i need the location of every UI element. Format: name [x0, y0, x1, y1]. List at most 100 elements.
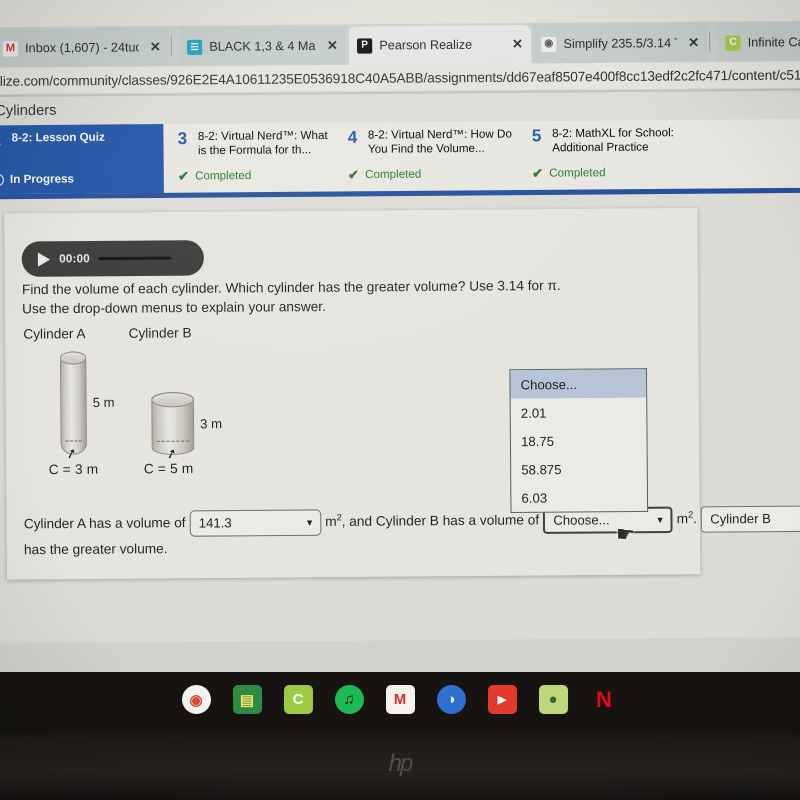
- browser-tab-infinite-campus[interactable]: C Infinite Cam: [717, 22, 800, 62]
- cylinder-b-height-label: 3 m: [200, 416, 223, 432]
- cursor-hand-icon: ☛: [615, 522, 636, 548]
- lesson-step-2[interactable]: 2 8-2: Lesson Quiz In Progress: [0, 124, 164, 195]
- answer-text-2: , and Cylinder B has a volume of: [341, 512, 540, 529]
- tab-close-icon[interactable]: ✕: [684, 35, 699, 51]
- step-title: 8-2: Virtual Nerd™: How Do You Find the …: [367, 128, 512, 156]
- laptop-screen: M Inbox (1,607) - 24tudisc ✕ ☰ BLACK 1,3…: [0, 0, 800, 789]
- step-number: 2: [0, 130, 5, 149]
- spotify-icon[interactable]: ♫: [334, 685, 364, 714]
- tab-divider: [170, 35, 172, 57]
- cylinder-b-label: Cylinder B: [128, 325, 192, 341]
- answer-text-3: .: [693, 510, 698, 527]
- volume-a-select-value: 141.3: [198, 515, 232, 531]
- dropdown-option-6-03[interactable]: 6.03: [511, 483, 647, 512]
- browser-tab-black[interactable]: ☰ BLACK 1,3 & 4 May 18th ✕: [178, 26, 347, 67]
- step-title: 8-2: Lesson Quiz: [11, 131, 105, 145]
- lesson-step-4[interactable]: 4 8-2: Virtual Nerd™: How Do You Find th…: [337, 121, 522, 191]
- answer-unit-2: m: [676, 511, 689, 527]
- browser-tab-label: Inbox (1,607) - 24tudisc: [25, 40, 139, 56]
- google-classroom-icon[interactable]: ▤: [232, 685, 262, 714]
- chevron-down-icon: ▼: [655, 514, 665, 525]
- step-status: ✔ Completed: [348, 166, 514, 183]
- tab-close-icon[interactable]: ✕: [323, 38, 338, 54]
- step-status: ✔ Completed: [532, 164, 696, 181]
- step-status-label: Completed: [549, 167, 606, 180]
- pearson-icon: P: [356, 37, 373, 54]
- check-icon: ✔: [532, 165, 544, 181]
- step-title: 8-2: MathXL for School: Additional Pract…: [552, 127, 674, 155]
- lesson-step-rail: 2 8-2: Lesson Quiz In Progress 3 8-2: Vi…: [0, 118, 800, 195]
- greater-cylinder-select[interactable]: Cylinder B: [700, 505, 800, 533]
- browser-tab-inbox[interactable]: M Inbox (1,607) - 24tudisc ✕: [0, 27, 169, 68]
- step-status-label: Completed: [365, 168, 422, 182]
- browser-tab-pearson-realize[interactable]: P Pearson Realize ✕: [348, 25, 532, 65]
- step-status-label: Completed: [194, 169, 252, 183]
- cylinder-b-top-ellipse: [151, 391, 194, 408]
- chevron-down-icon: ▼: [305, 517, 315, 528]
- question-card: 00:00 Find the volume of each cylinder. …: [4, 207, 800, 580]
- dropdown-option-18-75[interactable]: 18.75: [511, 426, 647, 455]
- dropdown-option-choose[interactable]: Choose...: [510, 369, 647, 399]
- tab-divider: [709, 31, 711, 52]
- step-number: 4: [347, 127, 358, 147]
- step-header: 4 8-2: Virtual Nerd™: How Do You Find th…: [348, 127, 514, 157]
- cylinder-figure: Cylinder A Cylinder B 5 m ➚ C = 3 m 3 m …: [19, 325, 273, 484]
- cylinder-a-top-ellipse: [59, 351, 87, 365]
- lesson-step-5[interactable]: 5 8-2: MathXL for School: Additional Pra…: [522, 120, 705, 190]
- photo-of-laptop-screen: M Inbox (1,607) - 24tudisc ✕ ☰ BLACK 1,3…: [0, 0, 800, 800]
- question-prompt: Find the volume of each cylinder. Which …: [22, 275, 660, 319]
- canvas-icon[interactable]: C: [283, 685, 313, 714]
- breadcrumb: Cylinders: [0, 102, 57, 120]
- step-status-label: In Progress: [9, 173, 75, 186]
- audio-player[interactable]: 00:00: [21, 240, 205, 277]
- browser-tab-label: Infinite Cam: [747, 34, 800, 50]
- audio-time: 00:00: [59, 252, 90, 266]
- step-title: 8-2: Virtual Nerd™: What is the Formula …: [197, 129, 328, 158]
- answer-text-4: has the greater volume.: [23, 540, 168, 558]
- taskbar: ◉ ▤ C ♫ M ◑ ▶ ● N: [0, 672, 800, 727]
- play-icon[interactable]: [37, 251, 51, 267]
- lesson-step-3[interactable]: 3 8-2: Virtual Nerd™: What is the Formul…: [163, 123, 338, 193]
- classroom-icon: ☰: [186, 39, 203, 55]
- step-status: ✔ Completed: [178, 167, 330, 184]
- check-icon: ✔: [347, 167, 360, 183]
- dropdown-option-2-01[interactable]: 2.01: [511, 398, 647, 427]
- step-status: In Progress: [0, 173, 156, 187]
- cylinder-a-label: Cylinder A: [23, 326, 86, 342]
- check-icon: ✔: [177, 168, 190, 184]
- volume-a-select[interactable]: 141.3 ▼: [189, 509, 322, 537]
- cylinder-b-bottom-dashes: [156, 440, 190, 442]
- answer-text-1: Cylinder A has a volume of: [23, 515, 186, 532]
- prompt-line-2: Use the drop-down menus to explain your …: [22, 299, 326, 317]
- browser-tab-label: BLACK 1,3 & 4 May 18th: [209, 38, 316, 54]
- chrome-icon[interactable]: ◉: [181, 685, 211, 714]
- step-number: 3: [177, 128, 188, 149]
- cylinder-a-bottom-dashes: [65, 440, 82, 442]
- tiger-icon: ◉: [541, 36, 557, 52]
- cylinder-a-height-label: 5 m: [92, 394, 115, 410]
- tab-close-icon[interactable]: ✕: [146, 39, 161, 55]
- browser-tab-simplify[interactable]: ◉ Simplify 235.5/3.14 Tig ✕: [532, 23, 708, 64]
- gmail-icon[interactable]: M: [385, 685, 415, 714]
- audio-progress-track[interactable]: [99, 256, 172, 261]
- browser-tab-label: Simplify 235.5/3.14 Tig: [563, 35, 677, 52]
- cylinder-b-circumference-label: C = 5 m: [143, 460, 194, 477]
- netflix-icon[interactable]: N: [589, 685, 619, 714]
- step-header: 3 8-2: Virtual Nerd™: What is the Formul…: [178, 129, 330, 159]
- canvas-icon: C: [725, 34, 741, 51]
- step-number: 5: [531, 126, 542, 146]
- blue-app-icon[interactable]: ◑: [436, 685, 466, 714]
- youtube-icon[interactable]: ▶: [487, 685, 517, 714]
- step-header: 2 8-2: Lesson Quiz: [0, 130, 155, 149]
- answer-unit-1: m: [325, 513, 337, 530]
- clock-icon: [0, 173, 4, 187]
- volume-b-dropdown-list[interactable]: Choose... 2.01 18.75 58.875 6.03: [509, 368, 649, 513]
- answer-sentence: Cylinder A has a volume of 141.3 ▼ m2, a…: [23, 498, 800, 557]
- tab-close-icon[interactable]: ✕: [508, 36, 523, 52]
- gmail-icon: M: [2, 40, 19, 56]
- pearson-realize-page: Cylinders 2 8-2: Lesson Quiz In Progress…: [0, 90, 800, 789]
- green-app-icon[interactable]: ●: [538, 685, 568, 714]
- browser-tab-label: Pearson Realize: [379, 37, 473, 53]
- browser-tab-strip: M Inbox (1,607) - 24tudisc ✕ ☰ BLACK 1,3…: [0, 20, 800, 68]
- dropdown-option-58-875[interactable]: 58.875: [511, 454, 647, 483]
